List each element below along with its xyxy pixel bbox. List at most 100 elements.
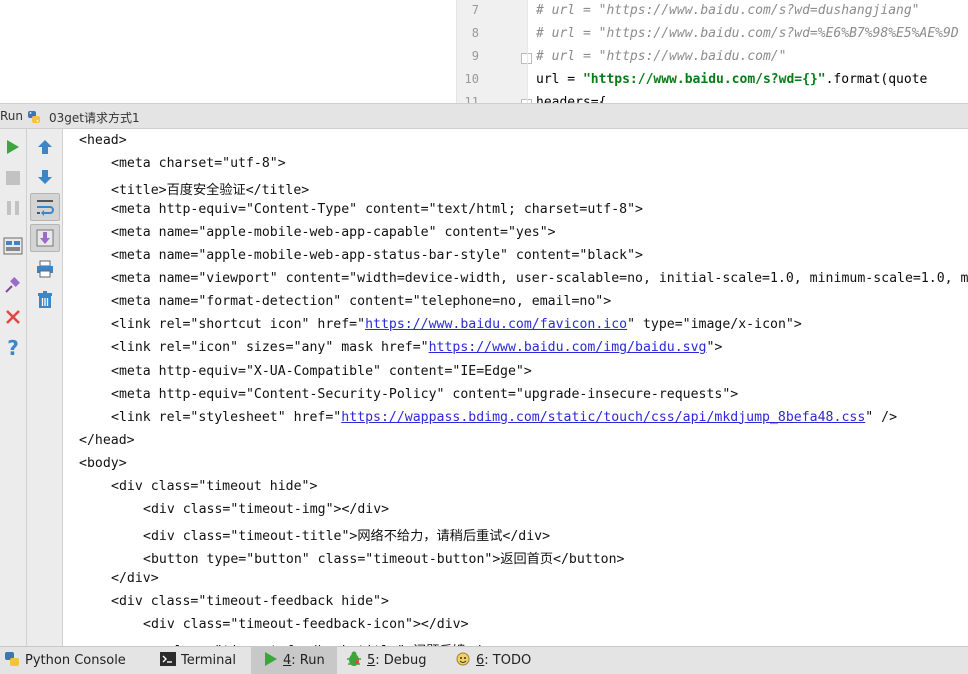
soft-wrap-icon[interactable]	[30, 193, 60, 221]
console-line: </head>	[79, 433, 135, 448]
console-text: <div class="timeout-feedback-icon"></div…	[143, 617, 469, 633]
run-toolbar-secondary	[27, 129, 63, 646]
console-line: <title>百度安全验证</title>	[111, 179, 309, 198]
console-line: <meta name="apple-mobile-web-app-status-…	[111, 248, 643, 263]
console-line: <meta name="viewport" content="width=dev…	[111, 271, 968, 286]
code-token: headers={	[536, 95, 607, 103]
console-text: <meta charset="utf-8">	[111, 156, 286, 172]
console-line: <meta http-equiv="X-UA-Compatible" conte…	[111, 364, 532, 379]
code-area[interactable]: # url = "https://www.baidu.com/s?wd=dush…	[527, 0, 968, 103]
python-icon	[4, 651, 20, 671]
console-text: <link rel="shortcut icon" href="	[111, 317, 366, 333]
stop-icon[interactable]	[0, 168, 26, 188]
code-token: url =	[536, 72, 583, 87]
console-text: ">	[706, 340, 723, 356]
print-icon[interactable]	[32, 258, 58, 280]
console-text: <link rel="icon" sizes="any" mask href="	[111, 340, 429, 356]
console-line: <meta http-equiv="Content-Security-Polic…	[111, 387, 738, 402]
console-line: <div class="timeout-feedback-icon"></div…	[143, 617, 469, 632]
console-text: <div class="timeout-title">网络不给力，请稍后重试</…	[143, 528, 551, 544]
tab-debug[interactable]: 5: Debug	[346, 647, 446, 674]
console-line: <head>	[79, 133, 127, 148]
console-text: " />	[865, 409, 898, 425]
console-text: <div class="timeout-feedback hide">	[111, 594, 389, 609]
console-line: <div class="timeout hide">	[111, 479, 317, 494]
console-line: <link rel="shortcut icon" href="https://…	[111, 317, 802, 332]
console-text: <title>百度安全验证</title>	[111, 183, 310, 199]
pin-icon[interactable]	[0, 274, 26, 296]
console-text: " type="image/x-icon">	[627, 317, 802, 333]
tool-window-bar: Python Console Terminal 4: Run 5: Debug 6: T…	[0, 646, 968, 674]
code-comment: # url = "https://www.baidu.com/"	[536, 49, 787, 64]
tab-run[interactable]: 4: Run	[251, 647, 337, 674]
line-number: 11	[464, 95, 479, 103]
editor-left-pane	[0, 0, 457, 103]
line-number: 10	[464, 72, 479, 86]
bug-icon	[346, 651, 362, 671]
line-number: 7	[471, 3, 479, 17]
scroll-to-end-icon[interactable]	[30, 224, 60, 252]
run-panel-header: Run 03get请求方式1	[0, 103, 968, 129]
console-text: <meta http-equiv="X-UA-Compatible" conte…	[111, 363, 532, 379]
console-link[interactable]: https://www.baidu.com/favicon.ico	[365, 317, 627, 332]
console-text: <meta name="viewport" content="width=dev…	[111, 271, 968, 287]
tab-terminal[interactable]: Terminal	[160, 647, 248, 674]
console-text: <head>	[79, 133, 127, 148]
code-string: "https://www.baidu.com/s?wd={}"	[582, 72, 826, 87]
console-link[interactable]: https://www.baidu.com/img/baidu.svg	[429, 340, 707, 355]
run-icon	[264, 651, 278, 671]
rerun-icon[interactable]	[0, 137, 26, 157]
tab-label: : Debug	[375, 653, 427, 668]
trash-icon[interactable]	[32, 289, 58, 311]
console-line: <body>	[79, 456, 127, 471]
console-text: <meta name="apple-mobile-web-app-capable…	[111, 225, 556, 241]
pause-icon[interactable]	[0, 198, 26, 218]
console-text: <meta name="apple-mobile-web-app-status-…	[111, 248, 643, 264]
code-token: .format(quote	[825, 72, 928, 87]
code-line: # url = "https://www.baidu.com/s?wd=dush…	[536, 3, 920, 18]
console-line: <div class="timeout-img"></div>	[143, 502, 389, 517]
todo-icon	[455, 651, 471, 671]
dump-threads-icon[interactable]	[0, 235, 26, 257]
up-arrow-icon[interactable]	[32, 136, 58, 158]
tab-shortcut-number: 4	[283, 653, 292, 668]
console-text: </head>	[79, 432, 135, 448]
down-arrow-icon[interactable]	[32, 166, 58, 188]
python-icon	[27, 109, 41, 123]
console-text: <link rel="stylesheet" href="	[111, 409, 342, 425]
console-text: <div class="timeout hide">	[111, 478, 318, 494]
console-text: </div>	[111, 570, 159, 586]
code-line: # url = "https://www.baidu.com/s?wd=%E6%…	[536, 26, 959, 41]
code-editor[interactable]: 7 8 9 10 11 # url = "https://www.baidu.com/s…	[0, 0, 968, 103]
console-text: <meta http-equiv="Content-Security-Polic…	[111, 386, 739, 402]
console-line: </div>	[111, 571, 159, 586]
console-line: <div class="timeout-feedback hide">	[111, 594, 389, 609]
console-line: <meta charset="utf-8">	[111, 156, 286, 171]
tab-python-console[interactable]: Python Console	[4, 647, 154, 674]
tab-label: Python Console	[25, 653, 126, 668]
close-icon[interactable]	[0, 307, 26, 327]
run-panel-label: Run	[0, 109, 24, 123]
console-output[interactable]: <head> <meta charset="utf-8"> <title>百度安全验…	[63, 129, 968, 646]
tab-label: Terminal	[181, 653, 236, 668]
console-text: <body>	[79, 455, 127, 471]
run-config-tab[interactable]: 03get请求方式1	[49, 109, 140, 126]
line-number: 9	[471, 49, 479, 63]
tab-shortcut-number: 5	[367, 653, 376, 668]
tab-label: : TODO	[484, 653, 532, 668]
console-line: <link rel="stylesheet" href="https://wap…	[111, 410, 897, 425]
code-comment: # url = "https://www.baidu.com/s?wd=%E6%…	[536, 26, 959, 41]
help-icon[interactable]: ?	[0, 336, 26, 360]
tab-todo[interactable]: 6: TODO	[455, 647, 545, 674]
code-line: # url = "https://www.baidu.com/"	[536, 49, 786, 64]
tab-label: : Run	[291, 653, 325, 668]
console-line: <meta name="format-detection" content="t…	[111, 294, 611, 309]
console-line: <div class="timeout-title">网络不给力，请稍后重试</…	[143, 525, 550, 544]
console-link[interactable]: https://wappass.bdimg.com/static/touch/c…	[341, 410, 865, 425]
run-toolbar-primary: ?	[0, 129, 27, 646]
console-text: <div class="timeout-img"></div>	[143, 501, 390, 517]
tab-shortcut-number: 6	[476, 653, 485, 668]
console-line: <button type="button" class="timeout-but…	[143, 548, 625, 567]
code-line: headers={	[536, 95, 606, 103]
console-line: <meta http-equiv="Content-Type" content=…	[111, 202, 643, 217]
